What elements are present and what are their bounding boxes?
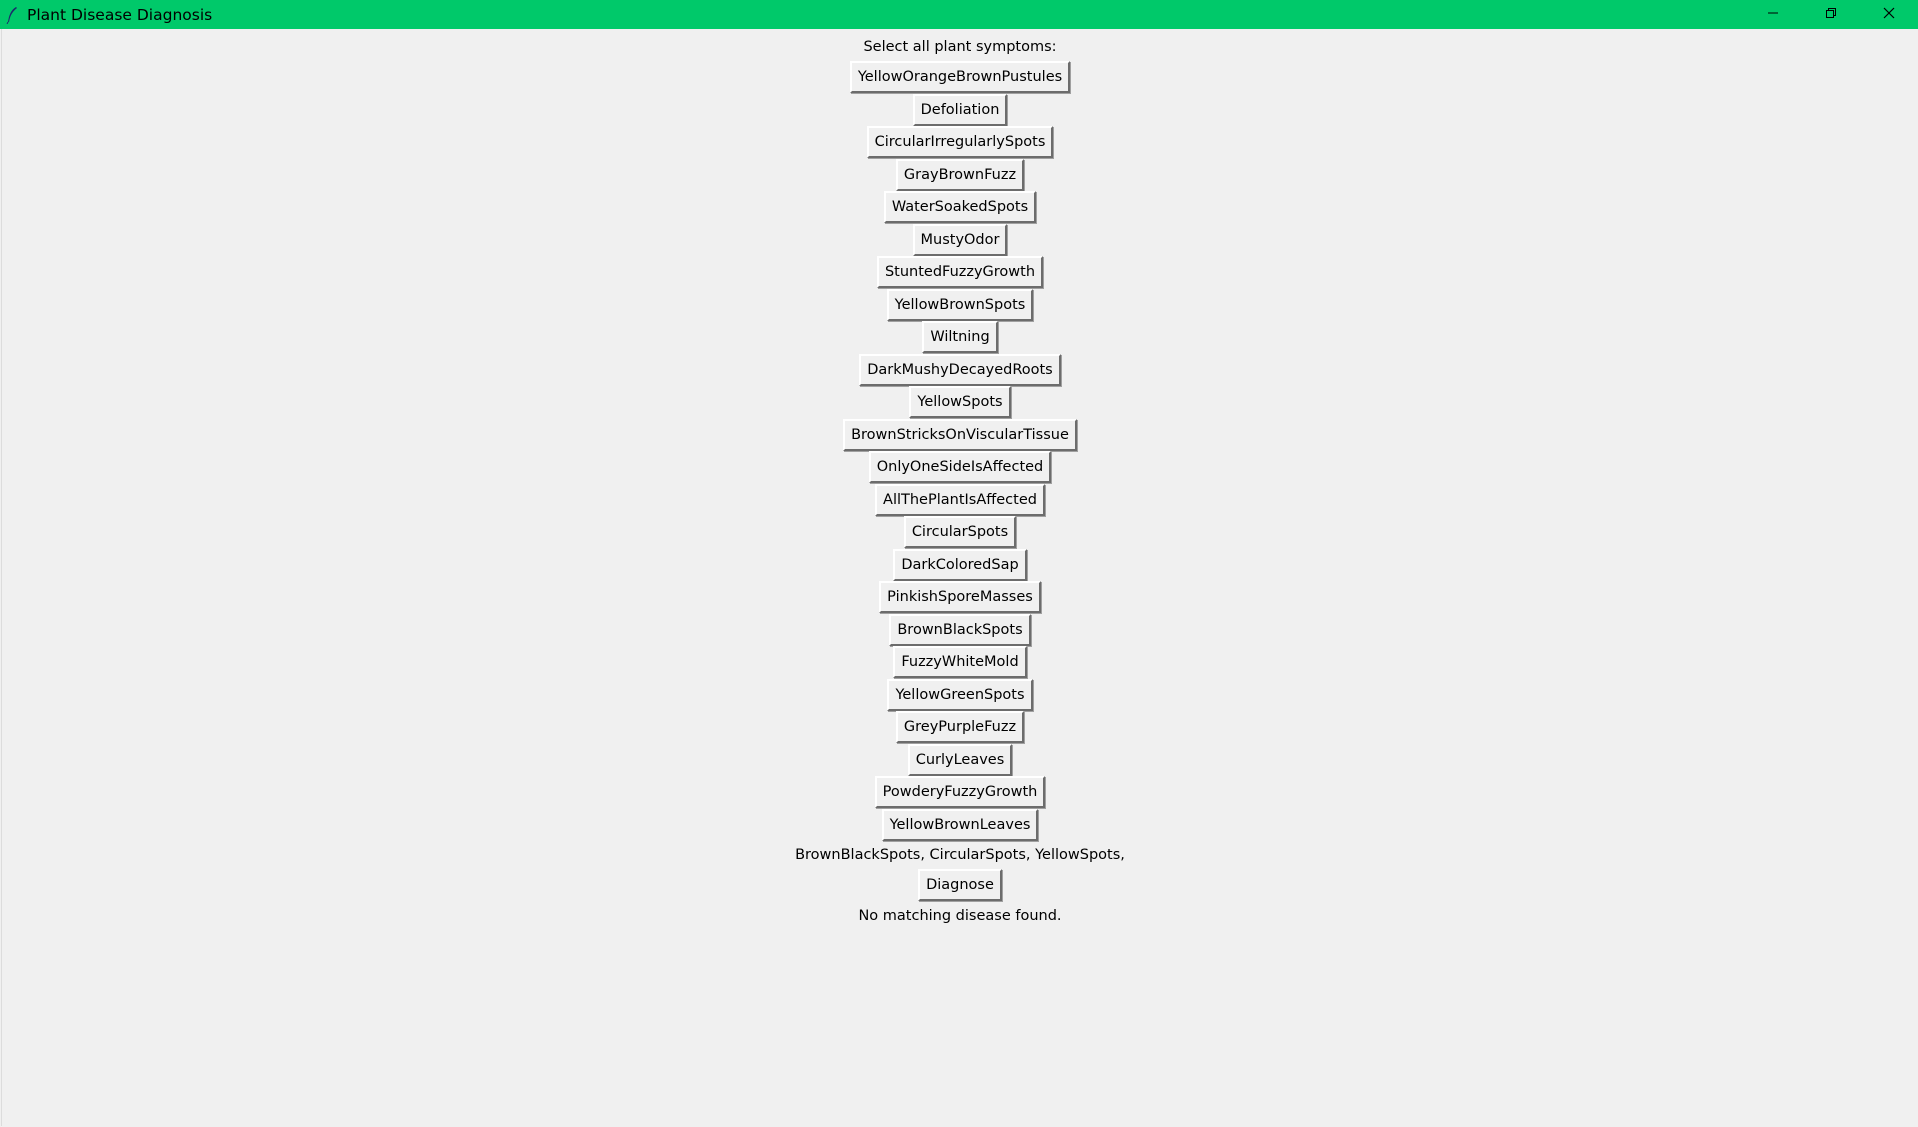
restore-button[interactable] xyxy=(1802,0,1860,29)
symptom-button-only-one-side-is-affected[interactable]: OnlyOneSideIsAffected xyxy=(868,451,1052,483)
symptom-button-brown-stricks-on-viscular-tissue[interactable]: BrownStricksOnViscularTissue xyxy=(843,418,1077,451)
close-icon xyxy=(1883,7,1895,23)
symptom-button-dark-colored-sap[interactable]: DarkColoredSap xyxy=(893,548,1027,581)
symptom-button-fuzzy-white-mold[interactable]: FuzzyWhiteMold xyxy=(893,646,1027,678)
symptom-button-yellow-green-spots[interactable]: YellowGreenSpots xyxy=(887,678,1033,711)
title-bar: Plant Disease Diagnosis xyxy=(0,0,1918,29)
symptom-button-yellow-orange-brown-pustules[interactable]: YellowOrangeBrownPustules xyxy=(849,61,1071,93)
symptom-button-defoliation[interactable]: Defoliation xyxy=(912,93,1008,126)
symptom-button-musty-odor[interactable]: MustyOdor xyxy=(912,223,1008,256)
minimize-button[interactable] xyxy=(1744,0,1802,29)
symptom-button-yellow-spots[interactable]: YellowSpots xyxy=(909,386,1011,418)
symptom-button-circular-spots[interactable]: CircularSpots xyxy=(903,516,1017,548)
symptom-button-brown-black-spots[interactable]: BrownBlackSpots xyxy=(889,613,1031,646)
main-window-content: Select all plant symptoms: YellowOrangeB… xyxy=(1,29,1918,1126)
window-title: Plant Disease Diagnosis xyxy=(27,5,213,24)
feather-icon xyxy=(6,6,20,24)
symptom-button-water-soaked-spots[interactable]: WaterSoakedSpots xyxy=(883,191,1037,223)
restore-icon xyxy=(1825,7,1837,23)
symptom-button-yellow-brown-leaves[interactable]: YellowBrownLeaves xyxy=(881,808,1039,841)
symptom-button-yellow-brown-spots[interactable]: YellowBrownSpots xyxy=(886,288,1034,321)
window-controls xyxy=(1744,0,1918,29)
prompt-label: Select all plant symptoms: xyxy=(863,39,1057,55)
symptom-button-powdery-fuzzy-growth[interactable]: PowderyFuzzyGrowth xyxy=(874,776,1046,808)
symptom-button-gray-brown-fuzz[interactable]: GrayBrownFuzz xyxy=(895,158,1025,191)
diagnose-button[interactable]: Diagnose xyxy=(918,869,1002,901)
symptom-button-grey-purple-fuzz[interactable]: GreyPurpleFuzz xyxy=(895,711,1025,743)
symptom-button-dark-mushy-decayed-roots[interactable]: DarkMushyDecayedRoots xyxy=(859,353,1061,386)
symptom-button-circular-irregularly-spots[interactable]: CircularIrregularlySpots xyxy=(866,126,1054,158)
symptom-button-curly-leaves[interactable]: CurlyLeaves xyxy=(907,743,1013,776)
close-button[interactable] xyxy=(1860,0,1918,29)
selected-symptoms-label: BrownBlackSpots, CircularSpots, YellowSp… xyxy=(795,847,1125,863)
symptom-button-all-the-plant-is-affected[interactable]: AllThePlantIsAffected xyxy=(875,483,1045,516)
diagnosis-result-label: No matching disease found. xyxy=(858,907,1062,924)
symptom-button-stunted-fuzzy-growth[interactable]: StuntedFuzzyGrowth xyxy=(876,256,1044,288)
symptom-button-wiltning[interactable]: Wiltning xyxy=(922,321,998,353)
minimize-icon xyxy=(1767,7,1779,23)
symptom-panel: Select all plant symptoms: YellowOrangeB… xyxy=(2,33,1918,930)
symptom-button-pinkish-spore-masses[interactable]: PinkishSporeMasses xyxy=(879,581,1041,613)
